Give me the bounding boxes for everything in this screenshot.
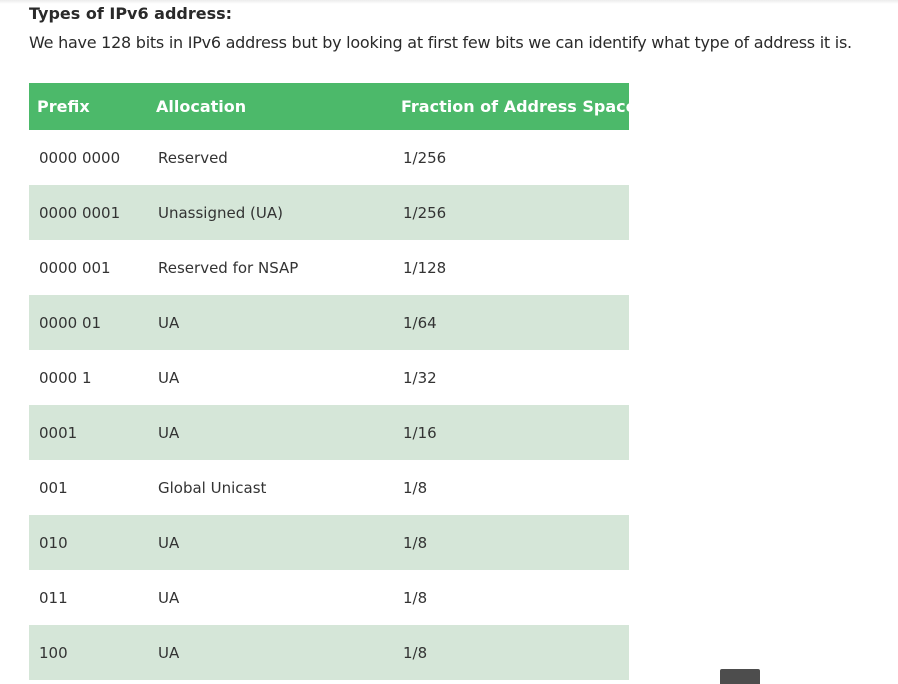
table-row: 0001 UA 1/16 [29, 405, 629, 460]
prefix-cell: 0001 [29, 405, 148, 460]
prefix-cell: 0000 0000 [39, 148, 121, 167]
section-heading: Types of IPv6 address: [29, 4, 233, 23]
table-row: 010 UA 1/8 [29, 515, 629, 570]
prefix-cell: 0000 0001 [29, 185, 148, 240]
allocation-cell: UA [158, 368, 180, 387]
allocation-cell: Reserved [158, 148, 228, 167]
fraction-cell: 1/32 [403, 368, 437, 387]
prefix-cell: 001 [39, 478, 68, 497]
allocation-cell: Unassigned (UA) [148, 185, 393, 240]
column-header-fraction: Fraction of Address Space [393, 83, 636, 130]
fraction-cell: 1/256 [403, 148, 447, 167]
allocation-cell: UA [158, 588, 180, 607]
allocation-cell: Reserved for NSAP [158, 258, 299, 277]
prefix-cell: 100 [29, 625, 148, 680]
allocation-cell: UA [148, 625, 393, 680]
fraction-cell: 1/8 [403, 478, 428, 497]
table-row: 011 UA 1/8 [29, 570, 629, 625]
fraction-cell: 1/256 [393, 185, 629, 240]
allocation-cell: UA [148, 515, 393, 570]
prefix-cell: 0000 1 [39, 368, 92, 387]
prefix-cell: 010 [29, 515, 148, 570]
prefix-cell: 0000 001 [39, 258, 111, 277]
intro-paragraph: We have 128 bits in IPv6 address but by … [29, 33, 852, 52]
table-row: 0000 0000 Reserved 1/256 [29, 130, 629, 185]
table-row: 0000 001 Reserved for NSAP 1/128 [29, 240, 629, 295]
fraction-cell: 1/8 [393, 515, 629, 570]
ipv6-prefix-table: Prefix Allocation Fraction of Address Sp… [29, 83, 636, 680]
column-header-prefix: Prefix [29, 83, 148, 130]
fraction-cell: 1/8 [403, 588, 428, 607]
table-row: 001 Global Unicast 1/8 [29, 460, 629, 515]
allocation-cell: Global Unicast [158, 478, 267, 497]
allocation-cell: UA [148, 405, 393, 460]
fraction-cell: 1/128 [403, 258, 447, 277]
fraction-cell: 1/16 [393, 405, 629, 460]
allocation-cell: UA [148, 295, 393, 350]
fraction-cell: 1/8 [393, 625, 629, 680]
column-header-allocation: Allocation [148, 83, 393, 130]
table-row: 0000 1 UA 1/32 [29, 350, 629, 405]
prefix-cell: 0000 01 [29, 295, 148, 350]
table-row: 100 UA 1/8 [29, 625, 629, 680]
table-header-row: Prefix Allocation Fraction of Address Sp… [29, 83, 636, 130]
table-row: 0000 0001 Unassigned (UA) 1/256 [29, 185, 629, 240]
table-row: 0000 01 UA 1/64 [29, 295, 629, 350]
scroll-to-top-icon[interactable] [720, 669, 760, 684]
prefix-cell: 011 [39, 588, 68, 607]
fraction-cell: 1/64 [393, 295, 629, 350]
